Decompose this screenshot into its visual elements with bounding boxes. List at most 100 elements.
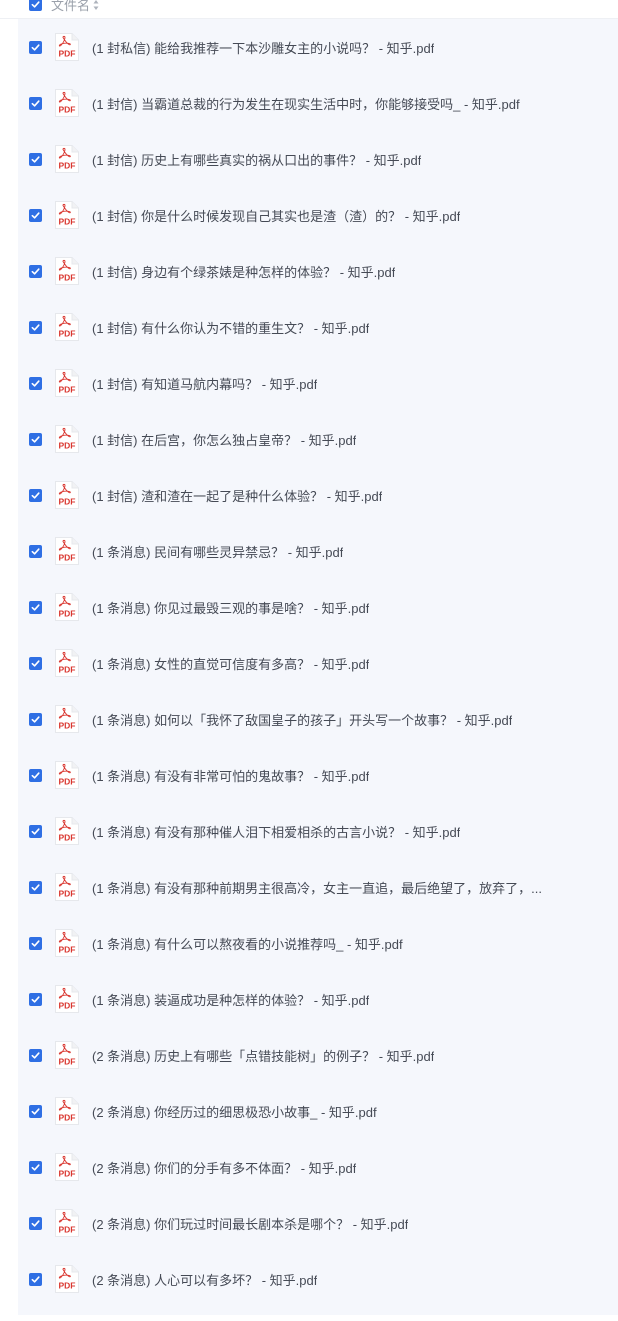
file-name[interactable]: (1 条消息) 有没有那种前期男主很高冷，女主一直追，最后绝望了，放弃了，... (92, 878, 542, 897)
pdf-icon: PDF (55, 817, 79, 845)
file-row[interactable]: PDF (2 条消息) 你经历过的细思极恐小故事_ - 知乎.pdf (18, 1083, 618, 1139)
file-list: PDF (1 封私信) 能给我推荐一下本沙雕女主的小说吗？ - 知乎.pdf PDF… (18, 19, 618, 1315)
file-checkbox[interactable] (29, 824, 42, 838)
sort-icon[interactable] (93, 0, 99, 11)
pdf-icon: PDF (55, 649, 79, 677)
file-checkbox[interactable] (29, 1216, 42, 1230)
pdf-icon: PDF (55, 1097, 79, 1125)
file-row[interactable]: PDF (1 条消息) 装逼成功是种怎样的体验？ - 知乎.pdf (18, 971, 618, 1027)
filename-column-header[interactable]: 文件名 (51, 0, 90, 14)
file-name[interactable]: (1 封私信) 能给我推荐一下本沙雕女主的小说吗？ - 知乎.pdf (92, 38, 434, 57)
file-name[interactable]: (2 条消息) 历史上有哪些「点错技能树」的例子？ - 知乎.pdf (92, 1046, 434, 1065)
file-row[interactable]: PDF (1 条消息) 你见过最毁三观的事是啥？ - 知乎.pdf (18, 579, 618, 635)
file-name[interactable]: (1 封信) 有知道马航内幕吗？ - 知乎.pdf (92, 374, 317, 393)
checkmark-icon (31, 939, 40, 947)
file-name[interactable]: (1 封信) 渣和渣在一起了是种什么体验？ - 知乎.pdf (92, 486, 382, 505)
file-row[interactable]: PDF (2 条消息) 你们玩过时间最长剧本杀是哪个？ - 知乎.pdf (18, 1195, 618, 1251)
file-name[interactable]: (1 封信) 身边有个绿茶婊是种怎样的体验？ - 知乎.pdf (92, 262, 395, 281)
file-name[interactable]: (1 条消息) 女性的直觉可信度有多高？ - 知乎.pdf (92, 654, 369, 673)
file-checkbox[interactable] (29, 264, 42, 278)
file-checkbox[interactable] (29, 936, 42, 950)
pdf-icon: PDF (55, 369, 79, 397)
file-row[interactable]: PDF (1 条消息) 如何以「我怀了敌国皇子的孩子」开头写一个故事？ - 知乎.… (18, 691, 618, 747)
file-name[interactable]: (1 封信) 历史上有哪些真实的祸从口出的事件？ - 知乎.pdf (92, 150, 421, 169)
file-checkbox[interactable] (29, 432, 42, 446)
file-row[interactable]: PDF (1 封信) 历史上有哪些真实的祸从口出的事件？ - 知乎.pdf (18, 131, 618, 187)
file-row[interactable]: PDF (1 封私信) 能给我推荐一下本沙雕女主的小说吗？ - 知乎.pdf (18, 19, 618, 75)
checkmark-icon (31, 603, 40, 611)
file-row[interactable]: PDF (2 条消息) 历史上有哪些「点错技能树」的例子？ - 知乎.pdf (18, 1027, 618, 1083)
svg-text:PDF: PDF (59, 441, 76, 451)
file-name[interactable]: (1 封信) 当霸道总裁的行为发生在现实生活中时，你能够接受吗_ - 知乎.pd… (92, 94, 520, 113)
pdf-icon: PDF (55, 705, 79, 733)
file-name[interactable]: (1 条消息) 有没有非常可怕的鬼故事？ - 知乎.pdf (92, 766, 369, 785)
file-name[interactable]: (1 条消息) 你见过最毁三观的事是啥？ - 知乎.pdf (92, 598, 369, 617)
file-name[interactable]: (1 条消息) 装逼成功是种怎样的体验？ - 知乎.pdf (92, 990, 369, 1009)
file-name[interactable]: (2 条消息) 你经历过的细思极恐小故事_ - 知乎.pdf (92, 1102, 377, 1121)
file-checkbox[interactable] (29, 1272, 42, 1286)
pdf-icon: PDF (55, 89, 79, 117)
file-row[interactable]: PDF (1 封信) 有知道马航内幕吗？ - 知乎.pdf (18, 355, 618, 411)
file-row[interactable]: PDF (1 封信) 有什么你认为不错的重生文？ - 知乎.pdf (18, 299, 618, 355)
file-checkbox[interactable] (29, 40, 42, 54)
file-row[interactable]: PDF (2 条消息) 人心可以有多坏？ - 知乎.pdf (18, 1251, 618, 1307)
file-browser: 文件名 PDF (1 封私信) 能给我推荐一下本沙雕女主的小说吗？ - 知乎.pd… (0, 0, 618, 1321)
checkmark-icon (31, 995, 40, 1003)
pdf-icon: PDF (55, 929, 79, 957)
file-name[interactable]: (1 条消息) 有没有那种催人泪下相爱相杀的古言小说？ - 知乎.pdf (92, 822, 460, 841)
file-checkbox[interactable] (29, 208, 42, 222)
file-row[interactable]: PDF (1 条消息) 女性的直觉可信度有多高？ - 知乎.pdf (18, 635, 618, 691)
file-name[interactable]: (1 条消息) 有什么可以熬夜看的小说推荐吗_ - 知乎.pdf (92, 934, 403, 953)
file-row[interactable]: PDF (1 封信) 你是什么时候发现自己其实也是渣（渣）的？ - 知乎.pdf (18, 187, 618, 243)
file-checkbox[interactable] (29, 600, 42, 614)
pdf-icon: PDF (55, 537, 79, 565)
checkmark-icon (31, 99, 40, 107)
file-name[interactable]: (2 条消息) 你们玩过时间最长剧本杀是哪个？ - 知乎.pdf (92, 1214, 408, 1233)
svg-text:PDF: PDF (59, 161, 76, 171)
svg-text:PDF: PDF (59, 273, 76, 283)
file-checkbox[interactable] (29, 488, 42, 502)
file-checkbox[interactable] (29, 768, 42, 782)
file-name[interactable]: (2 条消息) 你们的分手有多不体面？ - 知乎.pdf (92, 1158, 356, 1177)
pdf-icon: PDF (55, 1041, 79, 1069)
svg-text:PDF: PDF (59, 1225, 76, 1235)
checkmark-icon (31, 715, 40, 723)
file-checkbox[interactable] (29, 712, 42, 726)
file-checkbox[interactable] (29, 320, 42, 334)
pdf-icon: PDF (55, 761, 79, 789)
file-name[interactable]: (1 封信) 在后宫，你怎么独占皇帝？ - 知乎.pdf (92, 430, 356, 449)
select-all-checkbox[interactable] (29, 0, 42, 11)
file-checkbox[interactable] (29, 1104, 42, 1118)
file-checkbox[interactable] (29, 376, 42, 390)
svg-text:PDF: PDF (59, 553, 76, 563)
file-row[interactable]: PDF (1 条消息) 有没有那种催人泪下相爱相杀的古言小说？ - 知乎.pdf (18, 803, 618, 859)
pdf-icon: PDF (55, 1209, 79, 1237)
svg-text:PDF: PDF (59, 49, 76, 59)
file-checkbox[interactable] (29, 96, 42, 110)
file-name[interactable]: (1 条消息) 如何以「我怀了敌国皇子的孩子」开头写一个故事？ - 知乎.pdf (92, 710, 512, 729)
file-checkbox[interactable] (29, 1160, 42, 1174)
checkmark-icon (31, 43, 40, 51)
file-row[interactable]: PDF (1 条消息) 民间有哪些灵异禁忌？ - 知乎.pdf (18, 523, 618, 579)
file-checkbox[interactable] (29, 880, 42, 894)
file-checkbox[interactable] (29, 992, 42, 1006)
file-row[interactable]: PDF (1 封信) 身边有个绿茶婊是种怎样的体验？ - 知乎.pdf (18, 243, 618, 299)
file-checkbox[interactable] (29, 544, 42, 558)
checkmark-icon (31, 155, 40, 163)
file-name[interactable]: (1 条消息) 民间有哪些灵异禁忌？ - 知乎.pdf (92, 542, 343, 561)
checkmark-icon (31, 379, 40, 387)
pdf-icon: PDF (55, 873, 79, 901)
file-row[interactable]: PDF (1 条消息) 有没有非常可怕的鬼故事？ - 知乎.pdf (18, 747, 618, 803)
file-name[interactable]: (1 封信) 有什么你认为不错的重生文？ - 知乎.pdf (92, 318, 369, 337)
file-row[interactable]: PDF (2 条消息) 你们的分手有多不体面？ - 知乎.pdf (18, 1139, 618, 1195)
file-row[interactable]: PDF (1 封信) 在后宫，你怎么独占皇帝？ - 知乎.pdf (18, 411, 618, 467)
file-name[interactable]: (1 封信) 你是什么时候发现自己其实也是渣（渣）的？ - 知乎.pdf (92, 206, 460, 225)
file-row[interactable]: PDF (1 封信) 当霸道总裁的行为发生在现实生活中时，你能够接受吗_ - 知乎… (18, 75, 618, 131)
file-checkbox[interactable] (29, 152, 42, 166)
file-checkbox[interactable] (29, 1048, 42, 1062)
file-checkbox[interactable] (29, 656, 42, 670)
file-row[interactable]: PDF (1 条消息) 有没有那种前期男主很高冷，女主一直追，最后绝望了，放弃了，… (18, 859, 618, 915)
file-row[interactable]: PDF (1 封信) 渣和渣在一起了是种什么体验？ - 知乎.pdf (18, 467, 618, 523)
file-name[interactable]: (2 条消息) 人心可以有多坏？ - 知乎.pdf (92, 1270, 317, 1289)
file-row[interactable]: PDF (1 条消息) 有什么可以熬夜看的小说推荐吗_ - 知乎.pdf (18, 915, 618, 971)
